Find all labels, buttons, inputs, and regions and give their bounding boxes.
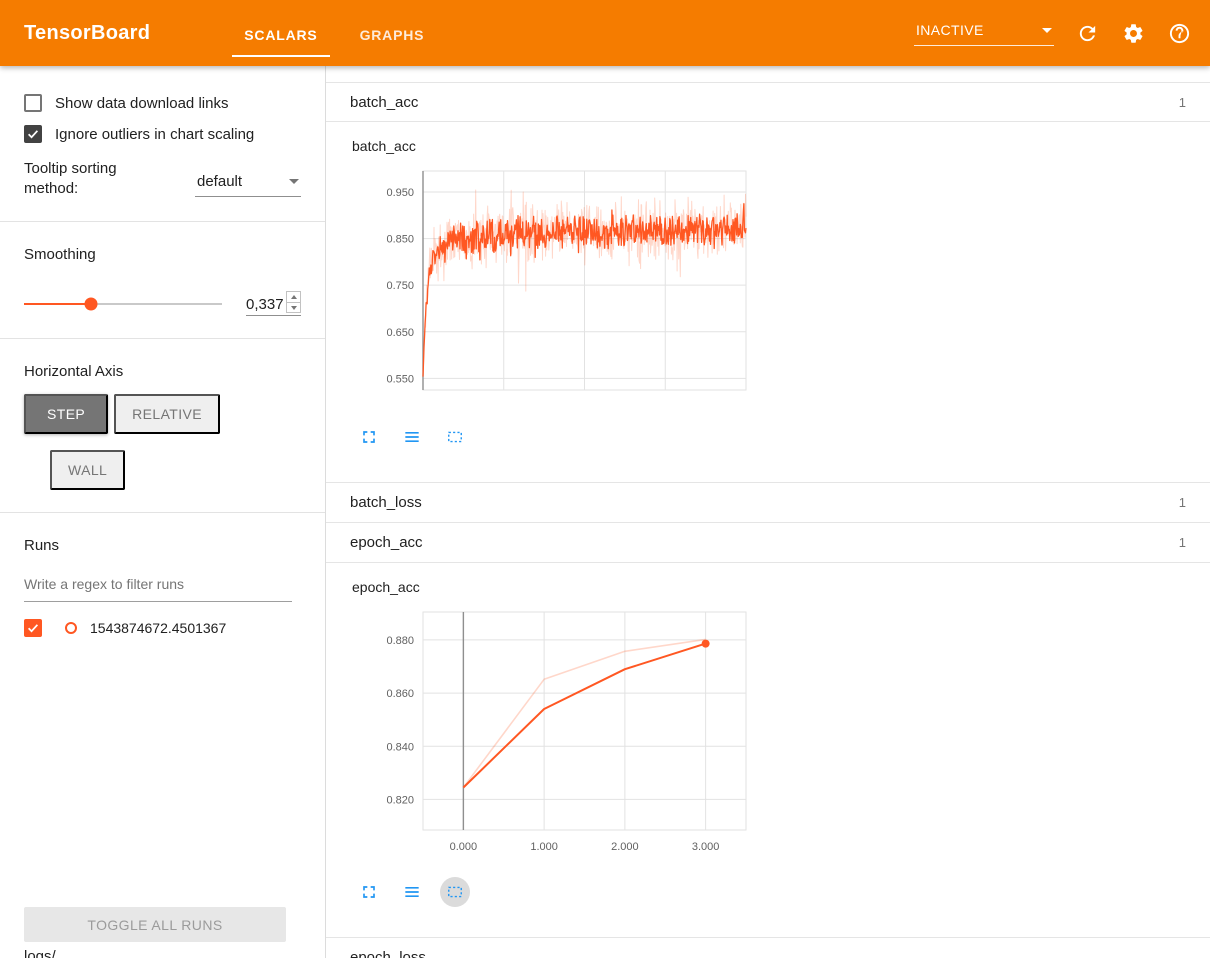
section-count-badge: 1 bbox=[1179, 95, 1186, 110]
tooltip-sorting-label: Tooltip sorting method: bbox=[24, 159, 174, 199]
batch-acc-chart[interactable]: 0.550 0.650 0.750 0.850 0.950 bbox=[350, 161, 1210, 408]
section-title: epoch_acc bbox=[350, 534, 423, 551]
app-header: TensorBoard SCALARS GRAPHS INACTIVE bbox=[0, 0, 1210, 66]
smoothing-spinner bbox=[286, 291, 301, 313]
tooltip-sorting-dropdown[interactable]: default bbox=[195, 171, 301, 197]
expand-chart-icon[interactable] bbox=[354, 422, 384, 452]
chart-title: epoch_acc bbox=[352, 579, 1210, 596]
status-dropdown-value: INACTIVE bbox=[916, 22, 984, 38]
svg-text:0.880: 0.880 bbox=[386, 635, 414, 647]
run-list-item: 1543874672.4501367 bbox=[24, 619, 301, 637]
smoothing-label: Smoothing bbox=[24, 246, 301, 263]
section-header-batch-acc[interactable]: batch_acc 1 bbox=[326, 82, 1210, 122]
divider bbox=[0, 512, 325, 513]
ignore-outliers-label: Ignore outliers in chart scaling bbox=[55, 126, 254, 143]
svg-text:0.000: 0.000 bbox=[450, 841, 478, 853]
run-color-ring-icon[interactable] bbox=[65, 622, 77, 634]
svg-text:0.550: 0.550 bbox=[386, 373, 414, 385]
smoothing-slider[interactable] bbox=[24, 303, 222, 305]
runs-label: Runs bbox=[24, 537, 301, 554]
spinner-down-icon[interactable] bbox=[287, 302, 300, 312]
divider bbox=[0, 221, 325, 222]
svg-text:1.000: 1.000 bbox=[530, 841, 558, 853]
section-count-badge: 1 bbox=[1179, 535, 1186, 550]
check-icon bbox=[26, 621, 40, 635]
show-download-links-row: Show data download links bbox=[24, 94, 301, 112]
svg-text:0.650: 0.650 bbox=[386, 327, 414, 339]
check-icon bbox=[26, 127, 40, 141]
tooltip-sorting-row: Tooltip sorting method: default bbox=[24, 159, 301, 199]
axis-relative-button[interactable]: RELATIVE bbox=[114, 394, 220, 434]
settings-sidebar: Show data download links Ignore outliers… bbox=[0, 66, 326, 958]
divider bbox=[0, 338, 325, 339]
svg-text:0.750: 0.750 bbox=[386, 280, 414, 292]
axis-step-button[interactable]: STEP bbox=[24, 394, 108, 434]
run-name: 1543874672.4501367 bbox=[90, 620, 226, 636]
horizontal-axis-label: Horizontal Axis bbox=[24, 363, 301, 380]
settings-gear-icon[interactable] bbox=[1120, 20, 1146, 46]
run-checkbox[interactable] bbox=[24, 619, 42, 637]
tooltip-sorting-value: default bbox=[197, 173, 242, 190]
fit-domain-icon[interactable] bbox=[440, 422, 470, 452]
tab-scalars[interactable]: SCALARS bbox=[232, 21, 329, 57]
view-lines-icon[interactable] bbox=[397, 877, 427, 907]
chart-card-batch-acc: batch_acc 0.550 0.650 0.750 0.850 0.950 bbox=[326, 122, 1210, 483]
chart-title: batch_acc bbox=[352, 138, 1210, 155]
status-dropdown[interactable]: INACTIVE bbox=[914, 20, 1054, 46]
section-header-epoch-acc[interactable]: epoch_acc 1 bbox=[326, 523, 1210, 563]
smoothing-slider-fill bbox=[24, 303, 91, 305]
chevron-down-icon bbox=[289, 179, 299, 184]
chart-toolbar bbox=[354, 877, 1210, 907]
svg-text:0.820: 0.820 bbox=[386, 794, 414, 806]
horizontal-axis-buttons: STEP RELATIVE WALL bbox=[24, 394, 264, 490]
section-title: epoch_loss bbox=[350, 949, 426, 958]
fit-domain-icon[interactable] bbox=[440, 877, 470, 907]
svg-text:0.950: 0.950 bbox=[386, 187, 414, 199]
smoothing-value-box bbox=[246, 291, 301, 316]
view-lines-icon[interactable] bbox=[397, 422, 427, 452]
show-download-links-label: Show data download links bbox=[55, 95, 228, 112]
runs-footer-path: logs/ bbox=[24, 948, 56, 958]
toggle-all-runs-button[interactable]: TOGGLE ALL RUNS bbox=[24, 907, 286, 942]
app-title: TensorBoard bbox=[24, 22, 150, 45]
tab-bar: SCALARS GRAPHS bbox=[232, 9, 436, 57]
chevron-down-icon bbox=[1042, 28, 1052, 33]
runs-filter-input[interactable] bbox=[24, 568, 292, 602]
refresh-icon[interactable] bbox=[1074, 20, 1100, 46]
tab-graphs[interactable]: GRAPHS bbox=[348, 21, 437, 57]
header-actions: INACTIVE bbox=[914, 20, 1196, 46]
ignore-outliers-row: Ignore outliers in chart scaling bbox=[24, 125, 301, 143]
expand-chart-icon[interactable] bbox=[354, 877, 384, 907]
smoothing-value-input[interactable] bbox=[246, 296, 286, 313]
section-count-badge: 1 bbox=[1179, 495, 1186, 510]
svg-text:2.000: 2.000 bbox=[611, 841, 639, 853]
svg-text:3.000: 3.000 bbox=[692, 841, 720, 853]
smoothing-slider-thumb[interactable] bbox=[84, 297, 97, 310]
chart-card-epoch-acc: epoch_acc 0.820 0.840 0.860 0.880 0.000 1.000… bbox=[326, 563, 1210, 938]
ignore-outliers-checkbox[interactable] bbox=[24, 125, 42, 143]
smoothing-row bbox=[24, 291, 301, 316]
section-header-epoch-loss[interactable]: epoch_loss bbox=[326, 938, 1210, 958]
svg-text:0.850: 0.850 bbox=[386, 234, 414, 246]
section-title: batch_acc bbox=[350, 94, 418, 111]
show-download-links-checkbox[interactable] bbox=[24, 94, 42, 112]
help-icon[interactable] bbox=[1166, 20, 1192, 46]
epoch-acc-chart[interactable]: 0.820 0.840 0.860 0.880 0.000 1.000 2.000 3.000 bbox=[350, 602, 1210, 863]
chart-toolbar bbox=[354, 422, 1210, 452]
section-title: batch_loss bbox=[350, 494, 422, 511]
spinner-up-icon[interactable] bbox=[287, 292, 300, 302]
dashboard-content: batch_acc 1 batch_acc 0.550 0.650 0.750 0.8… bbox=[326, 66, 1210, 958]
section-header-batch-loss[interactable]: batch_loss 1 bbox=[326, 483, 1210, 523]
svg-text:0.840: 0.840 bbox=[386, 741, 414, 753]
svg-text:0.860: 0.860 bbox=[386, 688, 414, 700]
axis-wall-button[interactable]: WALL bbox=[50, 450, 125, 490]
